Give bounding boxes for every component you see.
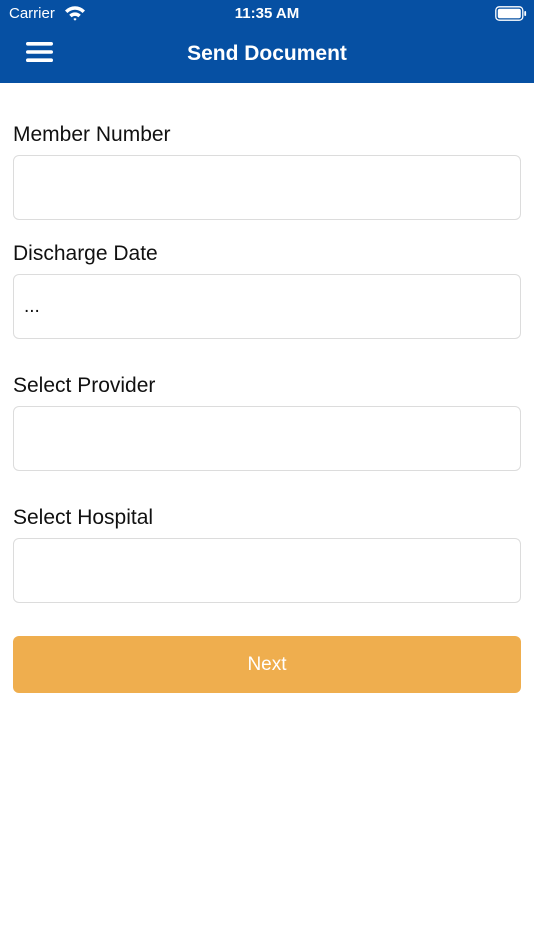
select-provider-label: Select Provider [13, 374, 156, 397]
select-hospital-dropdown[interactable] [13, 538, 521, 603]
discharge-date-value: ... [24, 296, 40, 317]
select-provider-dropdown[interactable] [13, 406, 521, 471]
member-number-label: Member Number [13, 123, 171, 146]
discharge-date-label: Discharge Date [13, 242, 158, 265]
status-bar: Carrier 11:35 AM [0, 0, 534, 28]
next-button[interactable]: Next [13, 636, 521, 693]
status-time: 11:35 AM [234, 5, 300, 22]
page-title: Send Document [187, 42, 347, 65]
app-header: Carrier 11:35 AM Send Document [0, 0, 534, 83]
member-number-input[interactable] [13, 155, 521, 220]
battery-icon [495, 6, 527, 21]
navigation-bar: Send Document [0, 28, 534, 83]
discharge-date-picker[interactable]: ... [13, 274, 521, 339]
select-hospital-label: Select Hospital [13, 506, 154, 529]
